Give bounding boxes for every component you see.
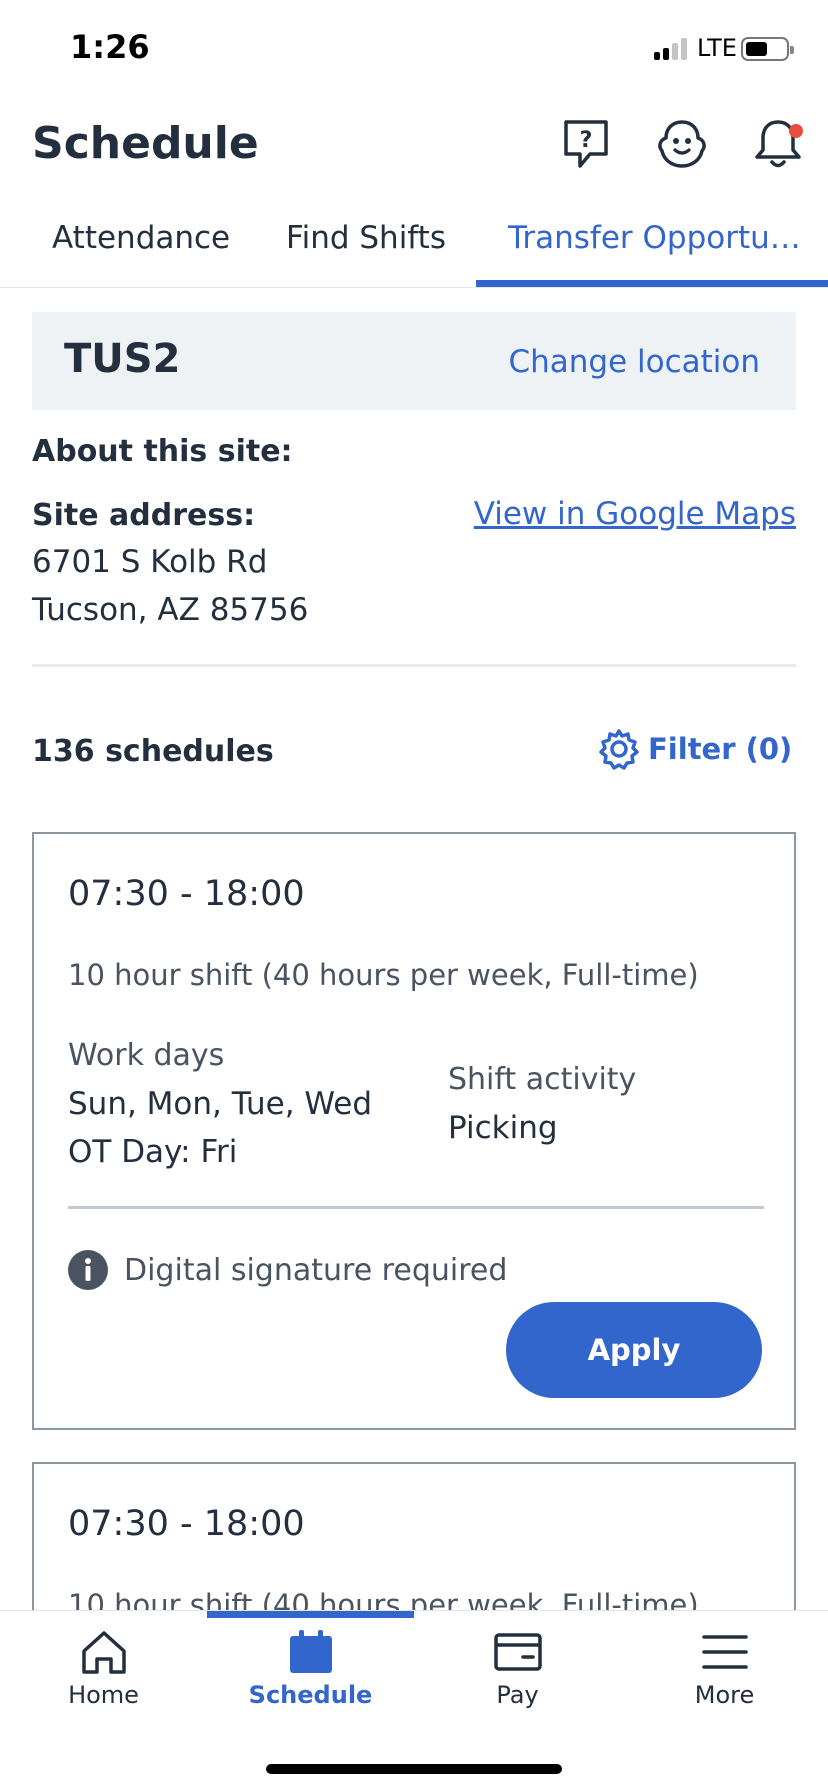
filter-button[interactable]: Filter (0) xyxy=(598,728,792,770)
assistant-icon[interactable] xyxy=(654,116,710,172)
home-indicator xyxy=(266,1764,562,1774)
active-tab-indicator xyxy=(476,280,828,287)
battery-icon xyxy=(741,37,794,61)
svg-text:?: ? xyxy=(580,128,593,153)
nav-schedule-label: Schedule xyxy=(248,1681,373,1709)
nav-home-label: Home xyxy=(68,1681,139,1709)
calendar-icon xyxy=(289,1630,332,1673)
active-nav-indicator xyxy=(207,1611,414,1618)
tab-bar: Attendance Find Shifts Transfer Opportu… xyxy=(0,200,828,288)
address-line-2: Tucson, AZ 85756 xyxy=(32,592,309,628)
ot-day-value: OT Day: Fri xyxy=(68,1134,238,1170)
gear-icon xyxy=(599,729,639,770)
shift-time: 07:30 - 18:00 xyxy=(68,874,305,914)
notification-dot xyxy=(789,124,803,138)
apply-button[interactable]: Apply xyxy=(506,1302,762,1398)
change-location-link[interactable]: Change location xyxy=(508,344,760,380)
signal-icon xyxy=(654,38,687,60)
nav-more[interactable]: More xyxy=(621,1629,828,1709)
shift-activity-value: Picking xyxy=(448,1110,558,1146)
tab-attendance[interactable]: Attendance xyxy=(52,220,230,256)
status-time: 1:26 xyxy=(70,28,150,66)
card-divider xyxy=(68,1206,764,1209)
site-address-label: Site address: xyxy=(32,498,256,533)
filter-label: Filter (0) xyxy=(648,732,793,766)
shift-activity-label: Shift activity xyxy=(448,1062,637,1097)
wallet-icon xyxy=(493,1633,542,1671)
home-icon xyxy=(81,1631,126,1674)
google-maps-link[interactable]: View in Google Maps xyxy=(474,496,796,532)
nav-more-label: More xyxy=(694,1681,755,1709)
work-days-label: Work days xyxy=(68,1038,225,1073)
nav-schedule[interactable]: Schedule xyxy=(207,1629,414,1709)
section-divider xyxy=(32,664,796,667)
shift-time: 07:30 - 18:00 xyxy=(68,1504,305,1544)
shift-description: 10 hour shift (40 hours per week, Full-t… xyxy=(68,958,699,992)
address-line-1: 6701 S Kolb Rd xyxy=(32,544,268,580)
nav-pay-label: Pay xyxy=(496,1681,539,1709)
page-title: Schedule xyxy=(32,118,259,169)
tab-find-shifts[interactable]: Find Shifts xyxy=(286,220,446,256)
menu-icon xyxy=(701,1635,748,1669)
nav-pay[interactable]: Pay xyxy=(414,1629,621,1709)
nav-home[interactable]: Home xyxy=(0,1629,207,1709)
schedule-count: 136 schedules xyxy=(32,734,274,769)
status-bar: 1:26 LTE xyxy=(0,0,828,100)
location-name: TUS2 xyxy=(64,336,181,382)
location-panel: TUS2 Change location xyxy=(32,312,796,410)
work-days-value: Sun, Mon, Tue, Wed xyxy=(68,1086,372,1122)
info-icon xyxy=(68,1250,108,1290)
signature-note: Digital signature required xyxy=(68,1250,507,1290)
tab-transfer-opportunities[interactable]: Transfer Opportu… xyxy=(508,220,801,256)
network-label: LTE xyxy=(697,34,737,62)
help-chat-icon[interactable]: ? xyxy=(558,116,614,172)
signature-note-text: Digital signature required xyxy=(124,1252,508,1288)
schedule-card: 07:30 - 18:00 10 hour shift (40 hours pe… xyxy=(32,832,796,1430)
about-site-heading: About this site: xyxy=(32,434,293,469)
